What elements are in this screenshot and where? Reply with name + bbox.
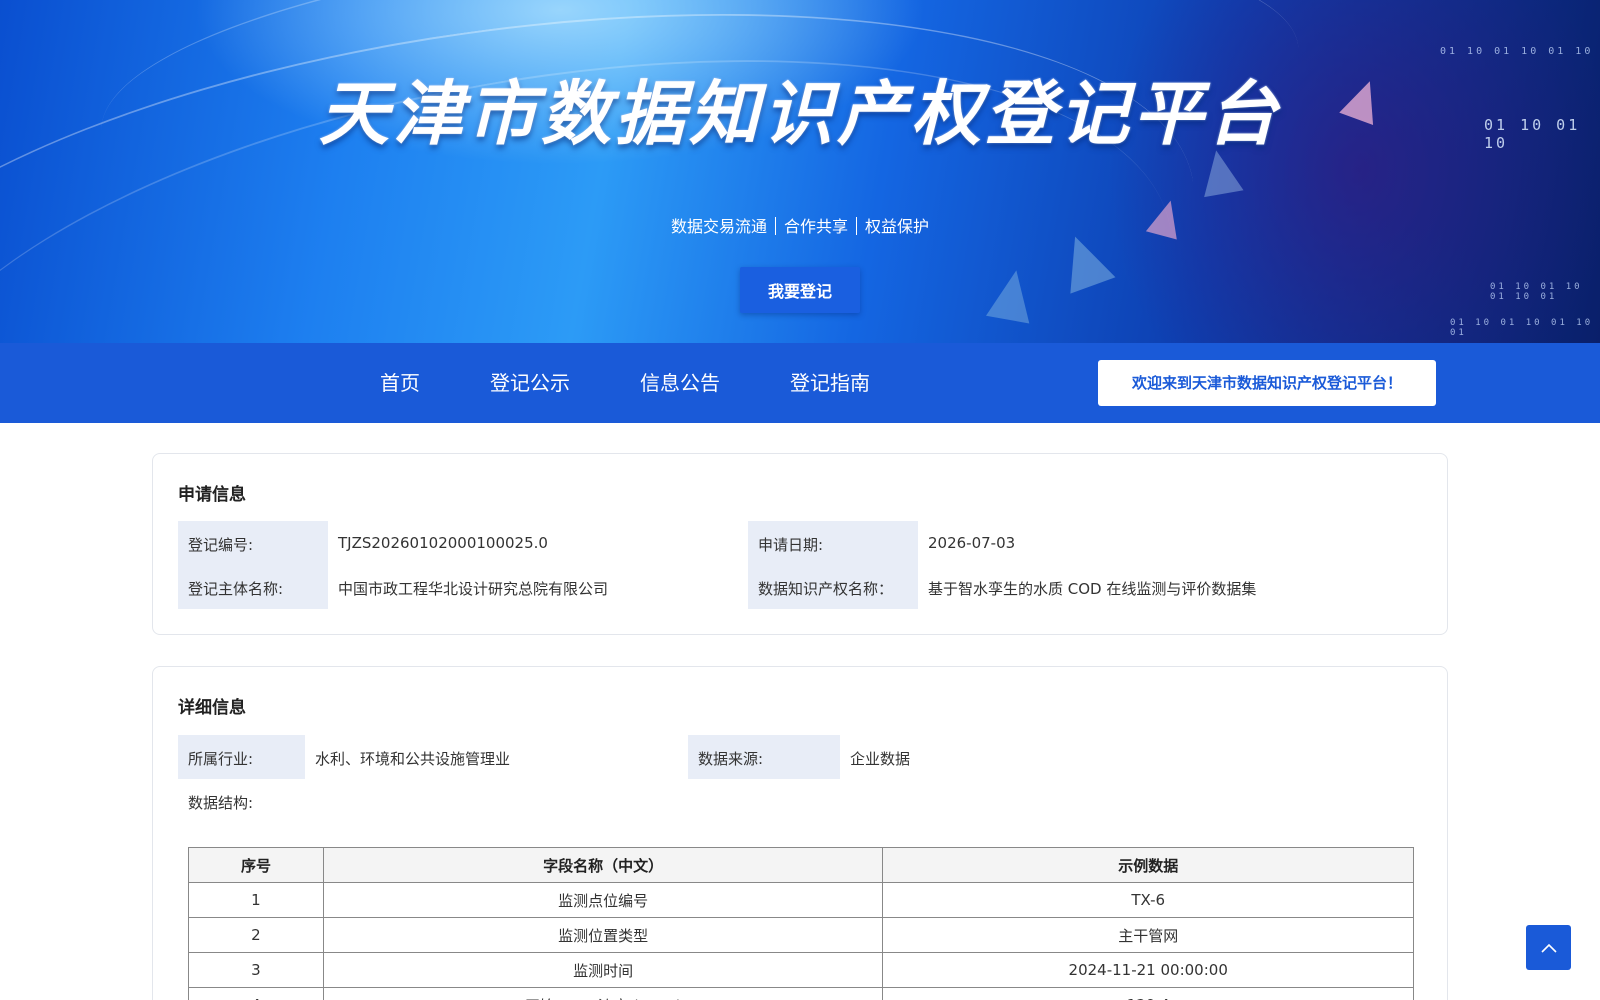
table-row: 1 监测点位编号 TX-6 — [188, 882, 1414, 918]
ip-name-value: 基于智水孪生的水质 COD 在线监测与评价数据集 — [928, 580, 1257, 598]
table-row: 3 监测时间 2024-11-21 00:00:00 — [188, 952, 1414, 988]
column-header: 序号 — [188, 847, 324, 883]
source-label: 数据来源: — [698, 750, 764, 768]
data-structure-table: 序号 字段名称（中文） 示例数据 1 监测点位编号 TX-6 2 监测位置类型 … — [188, 847, 1414, 1000]
table-cell: 原始 COD 浓度 (mg/L) — [322, 987, 884, 1000]
table-cell: 2024-11-21 00:00:00 — [882, 952, 1414, 988]
label-column: 所属行业: — [178, 735, 305, 779]
welcome-banner: 欢迎来到天津市数据知识产权登记平台！ — [1098, 360, 1436, 406]
register-button[interactable]: 我要登记 — [740, 267, 860, 313]
decor-triangle — [985, 266, 1039, 324]
table-cell: 监测时间 — [322, 952, 884, 988]
label-column: 申请日期: 数据知识产权名称： — [748, 521, 918, 609]
source-value: 企业数据 — [850, 750, 911, 768]
industry-value: 水利、环境和公共设施管理业 — [315, 750, 511, 768]
table-cell: 监测点位编号 — [322, 882, 884, 918]
subject-value: 中国市政工程华北设计研究总院有限公司 — [338, 580, 609, 598]
subtitle-separator — [856, 217, 857, 235]
nav-item-registration-notice[interactable]: 登记公示 — [490, 343, 570, 423]
subtitle-item: 数据交易流通 — [670, 217, 767, 236]
banner-subtitle: 数据交易流通 合作共享 权益保护 — [0, 213, 1600, 237]
table-cell: TX-6 — [882, 882, 1414, 918]
binary-decor: 01 10 01 10 01 10 01 — [1490, 282, 1583, 302]
structure-label: 数据结构: — [188, 794, 254, 812]
chevron-up-icon — [1540, 943, 1557, 953]
section-title: 申请信息 — [178, 485, 246, 505]
platform-title: 天津市数据知识产权登记平台 — [319, 73, 1281, 155]
subject-label: 登记主体名称: — [188, 580, 284, 598]
apply-date-label: 申请日期: — [758, 536, 824, 554]
table-cell: 4 — [188, 987, 324, 1000]
detail-info-card: 详细信息 所属行业: 水利、环境和公共设施管理业 数据来源: 企业数据 数据结构… — [152, 666, 1448, 1000]
subtitle-item: 合作共享 — [783, 217, 848, 236]
hero-banner: 01 10 01 10 01 10 01 10 01 10 01 10 01 1… — [0, 0, 1600, 343]
table-cell: 129.4 — [882, 987, 1414, 1000]
section-title: 详细信息 — [178, 698, 246, 718]
nav-item-guide[interactable]: 登记指南 — [790, 343, 870, 423]
reg-no-label: 登记编号: — [188, 536, 254, 554]
column-header: 示例数据 — [882, 847, 1414, 883]
table-cell: 2 — [188, 917, 324, 953]
table-header-row: 序号 字段名称（中文） 示例数据 — [188, 847, 1414, 883]
nav-item-announcements[interactable]: 信息公告 — [640, 343, 720, 423]
table-cell: 监测位置类型 — [322, 917, 884, 953]
binary-decor: 01 10 01 10 01 10 01 — [1450, 318, 1594, 338]
binary-decor: 01 10 01 10 01 10 — [1440, 46, 1594, 57]
label-column: 数据来源: — [688, 735, 840, 779]
back-to-top-button[interactable] — [1526, 925, 1571, 970]
label-column: 登记编号: 登记主体名称: — [178, 521, 328, 609]
subtitle-item: 权益保护 — [865, 217, 930, 236]
nav-item-home[interactable]: 首页 — [380, 343, 420, 423]
table-row: 4 原始 COD 浓度 (mg/L) 129.4 — [188, 987, 1414, 1000]
application-info-card: 申请信息 登记编号: 登记主体名称: TJZS20260102000100025… — [152, 453, 1448, 635]
industry-label: 所属行业: — [188, 750, 254, 768]
apply-date-value: 2026-07-03 — [928, 534, 1016, 552]
table-cell: 1 — [188, 882, 324, 918]
subtitle-separator — [774, 217, 776, 235]
reg-no-value: TJZS20260102000100025.0 — [338, 534, 548, 552]
table-cell: 3 — [188, 952, 324, 988]
table-cell: 主干管网 — [882, 917, 1414, 953]
ip-name-label: 数据知识产权名称： — [758, 580, 894, 598]
table-row: 2 监测位置类型 主干管网 — [188, 917, 1414, 953]
column-header: 字段名称（中文） — [322, 847, 884, 883]
